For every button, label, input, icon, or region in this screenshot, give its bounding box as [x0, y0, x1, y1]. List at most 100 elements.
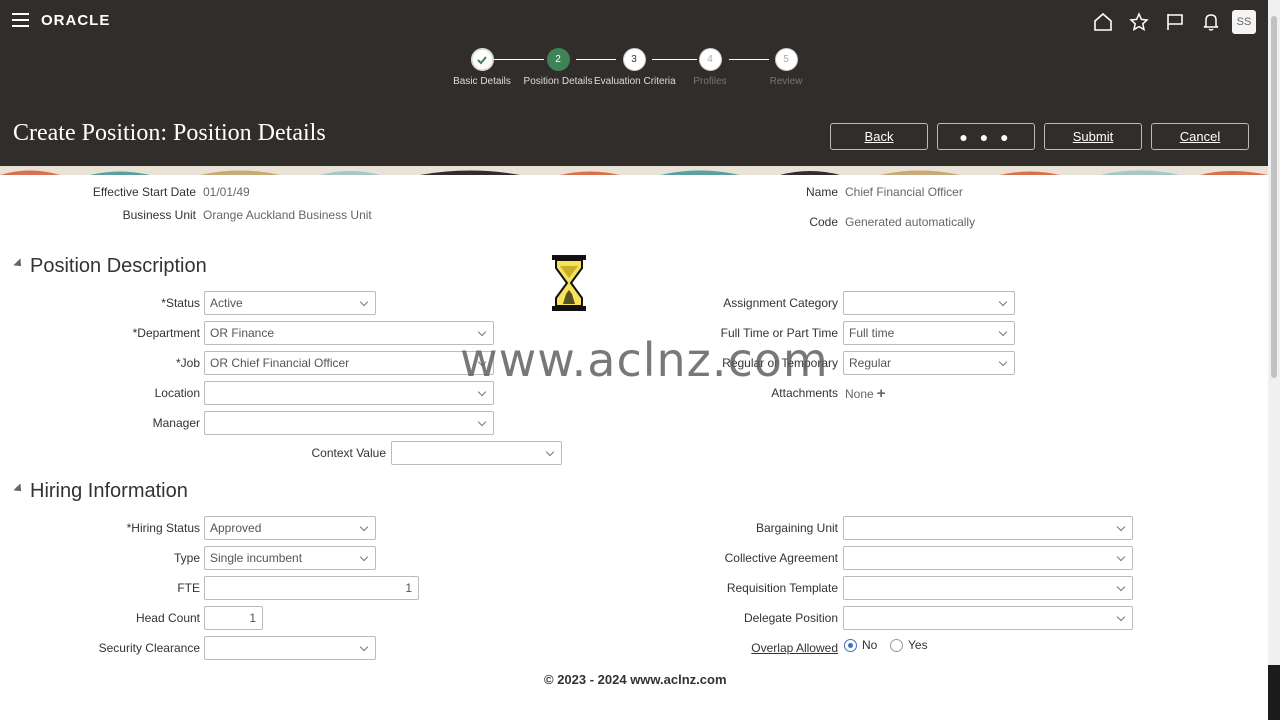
add-attachment-icon[interactable]: +	[877, 385, 886, 402]
attachments-value: None +	[845, 385, 885, 402]
chevron-down-icon	[477, 387, 487, 397]
footer-copyright: © 2023 - 2024 www.aclnz.com	[544, 672, 727, 687]
check-icon	[470, 48, 494, 71]
chevron-down-icon	[359, 522, 369, 532]
job-select[interactable]: OR Chief Financial Officer	[204, 351, 494, 375]
page-actions: Back ● ● ● Submit Cancel	[830, 123, 1258, 150]
position-description-header[interactable]: Position Description	[13, 255, 207, 278]
chevron-down-icon	[359, 297, 369, 307]
scrollbar-thumb[interactable]	[1271, 16, 1277, 378]
effective-start-date-label: Effective Start Date	[92, 185, 196, 199]
collapse-icon	[13, 257, 25, 270]
back-button-label: Back	[864, 129, 894, 144]
train-stop-label: Evaluation Criteria	[594, 76, 676, 87]
page-title: Create Position: Position Details	[13, 120, 326, 146]
overlap-no-radio[interactable]: No	[844, 638, 877, 652]
context-value-select[interactable]	[391, 441, 562, 465]
chevron-down-icon	[477, 417, 487, 427]
train-stop-position-details[interactable]: 2 Position Details	[518, 48, 598, 87]
assignment-category-label: Assignment Category	[723, 296, 838, 310]
collective-agreement-label: Collective Agreement	[724, 551, 838, 565]
flag-icon[interactable]	[1164, 11, 1186, 33]
full-part-time-select[interactable]: Full time	[843, 321, 1015, 345]
overlap-allowed-label: Overlap Allowed	[751, 641, 838, 655]
regular-temporary-value: Regular	[849, 356, 892, 370]
regular-temporary-select[interactable]: Regular	[843, 351, 1015, 375]
more-actions-button[interactable]: ● ● ●	[937, 123, 1035, 150]
train-stop-label: Review	[769, 76, 803, 87]
section-title: Hiring Information	[30, 480, 188, 502]
hiring-status-label: Hiring Status	[127, 521, 200, 535]
cancel-button[interactable]: Cancel	[1151, 123, 1249, 150]
job-label: Job	[176, 356, 200, 370]
hiring-status-select[interactable]: Approved	[204, 516, 376, 540]
home-icon[interactable]	[1092, 11, 1114, 33]
department-label: Department	[133, 326, 200, 340]
chevron-down-icon	[1116, 582, 1126, 592]
hourglass-icon	[552, 255, 586, 311]
user-avatar[interactable]: SS	[1232, 10, 1256, 34]
delegate-position-select[interactable]	[843, 606, 1133, 630]
section-title: Position Description	[30, 255, 207, 277]
attachments-label: Attachments	[771, 386, 838, 400]
overlap-yes-radio[interactable]: Yes	[890, 638, 928, 652]
status-select-value: Active	[210, 296, 243, 310]
chevron-down-icon	[545, 447, 555, 457]
process-train: Basic Details 2 Position Details 3 Evalu…	[440, 48, 820, 98]
submit-button[interactable]: Submit	[1044, 123, 1142, 150]
train-stop-basic-details[interactable]: Basic Details	[442, 48, 522, 87]
train-stop-number: 4	[698, 48, 722, 71]
oracle-logo[interactable]: ORACLE	[41, 12, 110, 29]
bargaining-unit-label: Bargaining Unit	[755, 521, 838, 535]
department-select-value: OR Finance	[210, 326, 275, 340]
attachments-none: None	[845, 386, 874, 401]
notifications-icon[interactable]	[1200, 11, 1222, 33]
head-count-label: Head Count	[135, 611, 200, 625]
chevron-down-icon	[998, 297, 1008, 307]
chevron-down-icon	[998, 327, 1008, 337]
hiring-status-value: Approved	[210, 521, 262, 535]
vertical-scrollbar[interactable]	[1268, 0, 1280, 720]
back-button[interactable]: Back	[830, 123, 928, 150]
business-unit-value: Orange Auckland Business Unit	[203, 208, 372, 222]
train-stop-number: 3	[622, 48, 646, 71]
train-stop-label: Profiles	[693, 76, 727, 87]
train-stop-evaluation-criteria[interactable]: 3 Evaluation Criteria	[594, 48, 676, 87]
location-select[interactable]	[204, 381, 494, 405]
fte-input[interactable]: 1	[204, 576, 419, 600]
head-count-input[interactable]: 1	[204, 606, 263, 630]
train-stop-profiles[interactable]: 4 Profiles	[670, 48, 750, 87]
department-select[interactable]: OR Finance	[204, 321, 494, 345]
requisition-template-label: Requisition Template	[726, 581, 838, 595]
manager-select[interactable]	[204, 411, 494, 435]
watermark: www.aclnz.com	[460, 333, 829, 387]
name-value: Chief Financial Officer	[845, 185, 963, 199]
global-icons: SS	[1092, 10, 1268, 34]
bargaining-unit-select[interactable]	[843, 516, 1133, 540]
train-stop-number: 2	[546, 48, 570, 71]
cancel-button-label: Cancel	[1179, 129, 1221, 144]
location-label: Location	[154, 386, 200, 400]
menu-icon[interactable]	[12, 13, 29, 27]
more-icon: ● ● ●	[959, 128, 1013, 145]
fte-label: FTE	[177, 581, 200, 595]
favorite-icon[interactable]	[1128, 11, 1150, 33]
type-select[interactable]: Single incumbent	[204, 546, 376, 570]
train-stop-label: Basic Details	[453, 76, 511, 87]
assignment-category-select[interactable]	[843, 291, 1015, 315]
chevron-down-icon	[998, 357, 1008, 367]
train-stop-review[interactable]: 5 Review	[746, 48, 826, 87]
effective-start-date-value: 01/01/49	[203, 185, 250, 199]
radio-selected-icon	[844, 638, 857, 652]
status-select[interactable]: Active	[204, 291, 376, 315]
collective-agreement-select[interactable]	[843, 546, 1133, 570]
train-stop-number: 5	[774, 48, 798, 71]
business-unit-label: Business Unit	[122, 208, 196, 222]
security-clearance-select[interactable]	[204, 636, 376, 660]
full-part-time-value: Full time	[849, 326, 895, 340]
decorative-banner	[0, 166, 1268, 175]
security-clearance-label: Security Clearance	[98, 641, 200, 655]
requisition-template-select[interactable]	[843, 576, 1133, 600]
collapse-icon	[13, 482, 25, 495]
hiring-information-header[interactable]: Hiring Information	[13, 480, 188, 503]
